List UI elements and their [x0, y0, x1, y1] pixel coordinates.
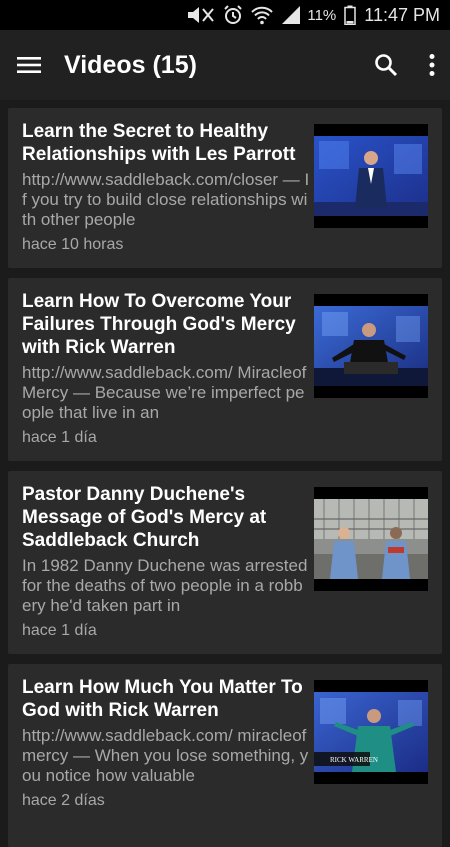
video-card[interactable]: Learn How Much You Matter To God with Ri…	[8, 664, 442, 847]
video-thumbnail[interactable]	[314, 487, 428, 591]
page-title: Videos (15)	[64, 50, 197, 79]
video-card[interactable]: Pastor Danny Duchene's Message of God's …	[8, 471, 442, 654]
menu-icon[interactable]	[16, 55, 42, 75]
video-title: Learn How Much You Matter To God with Ri…	[22, 677, 303, 721]
mute-icon	[185, 5, 215, 25]
video-title: Learn How To Overcome Your Failures Thro…	[22, 291, 296, 358]
video-title: Pastor Danny Duchene's Message of God's …	[22, 484, 267, 551]
video-description: In 1982 Danny Duchene was arrested for t…	[22, 556, 308, 615]
video-time: hace 1 día	[22, 622, 97, 639]
status-time: 11:47 PM	[364, 4, 440, 25]
video-card[interactable]: Learn the Secret to Healthy Relationship…	[8, 108, 442, 268]
battery-percent: 11%	[307, 6, 337, 24]
app-bar: Videos (15)	[0, 30, 450, 100]
video-card[interactable]: Learn How To Overcome Your Failures Thro…	[8, 278, 442, 461]
battery-icon	[344, 5, 357, 25]
video-time: hace 2 días	[22, 792, 105, 809]
video-text: Learn How Much You Matter To God with Ri…	[22, 676, 310, 810]
video-thumbnail[interactable]: RICK WARREN	[314, 680, 428, 784]
video-text: Pastor Danny Duchene's Message of God's …	[22, 483, 310, 640]
search-icon[interactable]	[374, 53, 398, 77]
video-description: http://www.saddleback.com/ MiracleofMerc…	[22, 363, 307, 422]
video-thumbnail[interactable]	[314, 294, 428, 398]
wifi-icon	[251, 5, 274, 25]
video-text: Learn the Secret to Healthy Relationship…	[22, 120, 310, 254]
video-thumbnail[interactable]	[314, 124, 428, 228]
video-text: Learn How To Overcome Your Failures Thro…	[22, 290, 310, 447]
more-vert-icon[interactable]	[428, 53, 436, 77]
video-title: Learn the Secret to Healthy Relationship…	[22, 121, 296, 165]
video-list: Learn the Secret to Healthy Relationship…	[0, 100, 450, 847]
thumbnail-caption: RICK WARREN	[330, 756, 378, 764]
alarm-icon	[223, 5, 243, 25]
video-time: hace 1 día	[22, 429, 97, 446]
video-time: hace 10 horas	[22, 236, 124, 253]
video-description: http://www.saddleback.com/closer — If yo…	[22, 170, 310, 229]
status-bar: 11% 11:47 PM	[0, 0, 450, 30]
video-description: http://www.saddleback.com/ miracleofmerc…	[22, 726, 309, 785]
signal-icon	[281, 5, 301, 25]
